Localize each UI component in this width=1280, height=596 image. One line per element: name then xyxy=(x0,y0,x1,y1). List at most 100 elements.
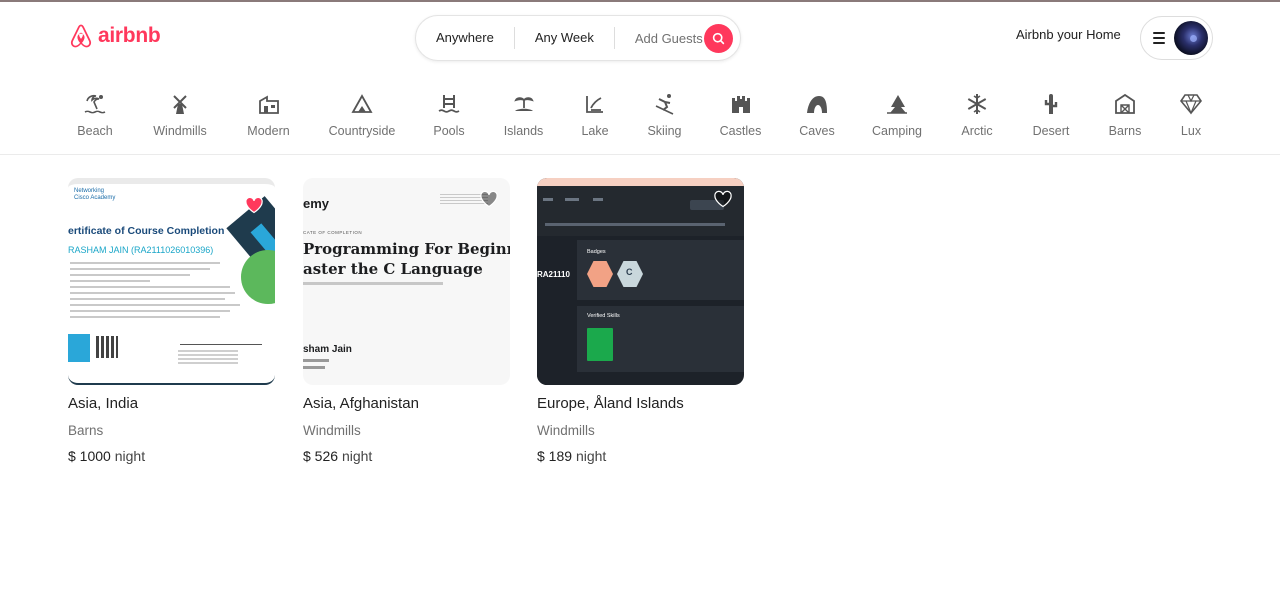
search-bar[interactable]: Anywhere Any Week Add Guests xyxy=(415,15,741,61)
skill-certificate xyxy=(587,328,613,361)
island-icon xyxy=(513,97,534,111)
cert-name: sham Jain xyxy=(303,344,352,355)
cert-name: RASHAM JAIN (RA2111026010396) xyxy=(68,245,214,255)
qr-code xyxy=(96,336,118,358)
airbnb-logo-icon xyxy=(70,24,92,48)
cert-brand: Networking Cisco Academy xyxy=(74,188,116,201)
countryside-icon xyxy=(351,94,373,113)
windmill-icon xyxy=(173,95,187,114)
listing-card[interactable]: RA21110 Badges C Verified Skills Europe,… xyxy=(537,178,744,464)
category-barns[interactable]: Barns xyxy=(1108,92,1142,138)
category-label: Arctic xyxy=(961,124,993,138)
category-camping[interactable]: Camping xyxy=(872,92,922,138)
category-label: Islands xyxy=(503,124,544,138)
cert-title-line2: aster the C Language xyxy=(303,260,483,278)
search-add-guests[interactable]: Add Guests xyxy=(615,31,713,46)
signature-line xyxy=(180,344,262,345)
price-unit: night xyxy=(575,448,607,464)
price-unit: night xyxy=(341,448,373,464)
category-modern[interactable]: Modern xyxy=(247,92,290,138)
skiing-icon xyxy=(655,94,673,115)
price-amount: $ 189 xyxy=(537,448,573,464)
category-label: Pools xyxy=(433,124,465,138)
listing-card[interactable]: Networking Cisco Academy ertificate of C… xyxy=(68,178,275,464)
header: airbnb Anywhere Any Week Add Guests Airb… xyxy=(0,2,1280,72)
snowflake-icon xyxy=(967,94,987,114)
camping-icon xyxy=(887,95,907,114)
listing-image[interactable]: Networking Cisco Academy ertificate of C… xyxy=(68,178,275,385)
category-label: Lake xyxy=(581,124,609,138)
listing-category: Barns xyxy=(68,423,104,438)
category-label: Lux xyxy=(1180,124,1202,138)
category-lux[interactable]: Lux xyxy=(1179,92,1203,138)
category-label: Barns xyxy=(1108,124,1142,138)
cert-title-line1: Programming For Beginner xyxy=(303,240,510,258)
lake-icon xyxy=(586,96,603,113)
listing-price: $ 526 night xyxy=(303,448,510,464)
category-label: Camping xyxy=(871,124,923,138)
search-button[interactable] xyxy=(704,24,733,53)
listing-location: Europe, Åland Islands xyxy=(537,395,684,412)
listing-category: Windmills xyxy=(537,423,595,438)
user-menu-button[interactable] xyxy=(1140,16,1213,60)
category-label: Desert xyxy=(1032,124,1070,138)
category-beach[interactable]: Beach xyxy=(77,92,113,138)
logo-text: airbnb xyxy=(98,24,161,47)
host-link[interactable]: Airbnb your Home xyxy=(1016,27,1121,42)
search-icon xyxy=(712,32,725,45)
listing-price: $ 1000 night xyxy=(68,448,275,464)
heart-icon[interactable] xyxy=(713,189,733,209)
price-amount: $ 526 xyxy=(303,448,339,464)
heart-icon[interactable] xyxy=(244,195,264,215)
category-label: Castles xyxy=(719,124,762,138)
cave-icon xyxy=(807,96,827,113)
search-any-week[interactable]: Any Week xyxy=(515,27,614,49)
barn-icon xyxy=(1115,93,1135,114)
category-bar: Beach Windmills Modern Countryside Pools… xyxy=(0,92,1280,146)
heart-icon[interactable] xyxy=(479,189,499,209)
listing-card[interactable]: emy CATE OF COMPLETION Programming For B… xyxy=(303,178,510,464)
category-label: Skiing xyxy=(647,124,682,138)
category-label: Countryside xyxy=(328,124,396,138)
skills-label: Verified Skills xyxy=(587,313,620,319)
cert-badge xyxy=(68,334,90,362)
listing-image[interactable]: emy CATE OF COMPLETION Programming For B… xyxy=(303,178,510,385)
listing-image[interactable]: RA21110 Badges C Verified Skills xyxy=(537,178,744,385)
cert-body-text xyxy=(70,262,240,322)
modern-house-icon xyxy=(258,95,279,114)
listing-price: $ 189 night xyxy=(537,448,744,464)
beach-icon xyxy=(84,94,106,114)
category-lake[interactable]: Lake xyxy=(581,92,609,138)
hamburger-icon xyxy=(1153,32,1165,44)
category-label: Caves xyxy=(799,124,835,138)
cactus-icon xyxy=(1044,94,1058,114)
category-pools[interactable]: Pools xyxy=(433,92,465,138)
diamond-icon xyxy=(1180,94,1202,115)
category-castles[interactable]: Castles xyxy=(720,92,761,138)
badges-label: Badges xyxy=(587,249,606,255)
profile-id: RA21110 xyxy=(537,270,570,279)
category-desert[interactable]: Desert xyxy=(1032,92,1070,138)
castle-icon xyxy=(731,96,750,113)
search-anywhere[interactable]: Anywhere xyxy=(416,27,514,49)
category-arctic[interactable]: Arctic xyxy=(960,92,994,138)
category-label: Modern xyxy=(247,124,290,138)
pool-icon xyxy=(438,95,460,113)
cert-title: ertificate of Course Completion xyxy=(68,225,225,237)
airbnb-logo[interactable]: airbnb xyxy=(68,22,161,50)
category-label: Windmills xyxy=(153,124,207,138)
category-skiing[interactable]: Skiing xyxy=(647,92,682,138)
listing-location: Asia, Afghanistan xyxy=(303,395,419,412)
category-caves[interactable]: Caves xyxy=(799,92,835,138)
price-amount: $ 1000 xyxy=(68,448,111,464)
category-windmills[interactable]: Windmills xyxy=(151,92,209,138)
listing-category: Windmills xyxy=(303,423,361,438)
cert-logo: emy xyxy=(303,196,330,211)
category-label: Beach xyxy=(77,124,113,138)
cert-subtitle: CATE OF COMPLETION xyxy=(303,230,363,235)
badge-letter: C xyxy=(626,267,633,277)
avatar xyxy=(1174,21,1208,55)
category-islands[interactable]: Islands xyxy=(504,92,543,138)
listing-location: Asia, India xyxy=(68,395,139,412)
category-countryside[interactable]: Countryside xyxy=(329,92,395,138)
